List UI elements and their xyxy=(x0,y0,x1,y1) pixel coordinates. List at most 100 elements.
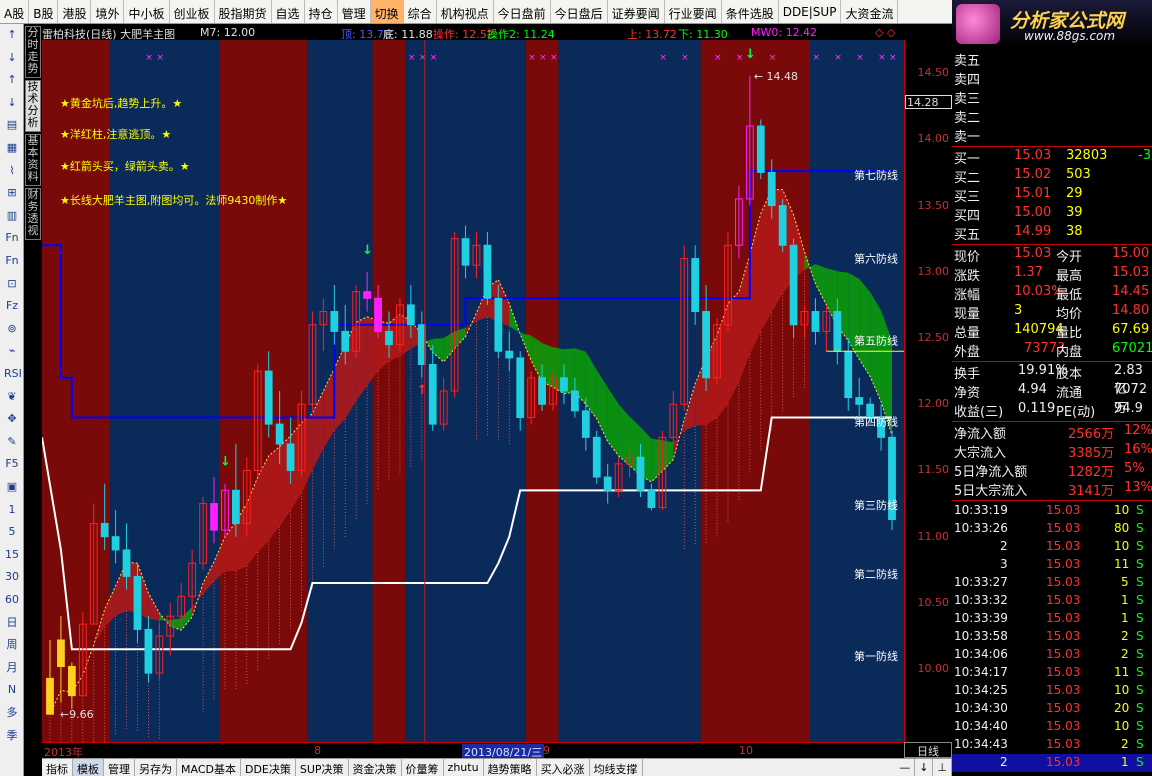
candle-body xyxy=(286,443,295,471)
bottom-tab-2[interactable]: 管理 xyxy=(104,759,135,776)
top-tab-11[interactable]: 综合 xyxy=(404,0,437,23)
vtab-0[interactable]: 分时走势 xyxy=(25,26,41,78)
bottom-tab-11[interactable]: 买入必涨 xyxy=(537,759,590,776)
toolbar-icon-25[interactable]: 60 xyxy=(4,593,20,607)
candle-body xyxy=(538,377,546,405)
top-tab-15[interactable]: 证券要闻 xyxy=(608,0,665,23)
toolbar-icon-9[interactable]: Fn xyxy=(4,231,20,245)
flow-row: 大宗流入 3385万 16% xyxy=(952,442,1152,461)
toolbar-icon-6[interactable]: ⌇ xyxy=(4,164,20,178)
nav-arrow-2[interactable]: ⊥ xyxy=(933,759,952,776)
toolbar-icon-10[interactable]: Fn xyxy=(4,254,20,268)
tick-volume: 10 xyxy=(1114,503,1130,517)
bottom-tab-5[interactable]: DDE决策 xyxy=(241,759,296,776)
candle-body xyxy=(494,297,503,352)
toolbar-icon-21[interactable]: 1 xyxy=(4,503,20,517)
bottom-tab-12[interactable]: 均线支撑 xyxy=(590,759,643,776)
toolbar-icon-26[interactable]: 日 xyxy=(4,616,20,630)
toolbar-icon-30[interactable]: 多 xyxy=(4,706,20,720)
candle-body xyxy=(57,639,65,668)
toolbar-icon-15[interactable]: RSI xyxy=(4,367,22,381)
toolbar-icon-23[interactable]: 15 xyxy=(4,548,20,562)
toolbar-icon-14[interactable]: ⌁ xyxy=(4,344,20,358)
toolbar-icon-0[interactable]: ↑ xyxy=(4,28,20,42)
top-tab-12[interactable]: 机构视点 xyxy=(437,0,494,23)
candle-body xyxy=(385,330,393,346)
tick-volume: 20 xyxy=(1114,701,1130,715)
tick-price: 15.03 xyxy=(1046,503,1081,517)
top-tab-0[interactable]: A股 xyxy=(0,0,30,23)
top-tab-14[interactable]: 今日盘后 xyxy=(551,0,608,23)
top-tab-16[interactable]: 行业要闻 xyxy=(665,0,722,23)
nav-arrow-0[interactable]: — xyxy=(895,759,916,776)
toolbar-icon-18[interactable]: ✎ xyxy=(4,435,20,449)
top-marker: × xyxy=(156,53,164,63)
price-chart[interactable]: ↓ ↓ ↓ ↑ × × × × × × × × × × × × × × × × × × ← 14.48 ←9.66 第七防线 第六… xyxy=(42,40,904,742)
toolbar-icon-16[interactable]: ❦ xyxy=(4,390,20,404)
toolbar-icon-3[interactable]: ↓ xyxy=(4,96,20,110)
sell-label: 卖四 xyxy=(954,73,981,88)
top-tab-7[interactable]: 自选 xyxy=(272,0,305,23)
toolbar-icon-2[interactable]: ↑ xyxy=(4,73,20,87)
top-tab-13[interactable]: 今日盘前 xyxy=(494,0,551,23)
vtab-1[interactable]: 技术分析 xyxy=(25,80,41,132)
bottom-tab-10[interactable]: 趋势策略 xyxy=(484,759,537,776)
flow-value: 1282万 xyxy=(1068,465,1115,480)
tick-price: 15.03 xyxy=(1046,521,1081,535)
quote-label: 量比 xyxy=(1056,326,1083,341)
toolbar-icon-11[interactable]: ⊡ xyxy=(4,277,20,291)
quote-label: 涨幅 xyxy=(954,288,981,303)
vtab-2[interactable]: 基本资料 xyxy=(25,134,41,186)
period-selector[interactable]: 日线 xyxy=(904,742,952,758)
toolbar-icon-29[interactable]: N xyxy=(4,683,20,697)
toolbar-icon-27[interactable]: 周 xyxy=(4,638,20,652)
toolbar-icon-24[interactable]: 30 xyxy=(4,570,20,584)
mw-value: MW0: 12.42 xyxy=(751,26,818,39)
vtab-3[interactable]: 财务透视 xyxy=(25,188,41,240)
bottom-tab-3[interactable]: 另存为 xyxy=(135,759,177,776)
tick-side: S xyxy=(1136,557,1144,571)
top-tab-6[interactable]: 股指期货 xyxy=(215,0,272,23)
top-tab-1[interactable]: B股 xyxy=(29,0,59,23)
top-tab-10[interactable]: 切换 xyxy=(370,0,404,23)
bottom-tab-4[interactable]: MACD基本 xyxy=(177,759,241,776)
top-tab-17[interactable]: 条件选股 xyxy=(722,0,779,23)
toolbar-icon-28[interactable]: 月 xyxy=(4,661,20,675)
top-tab-5[interactable]: 创业板 xyxy=(170,0,215,23)
top-tab-19[interactable]: 大资金流 xyxy=(841,0,899,23)
toolbar-icon-13[interactable]: ⊚ xyxy=(4,322,20,336)
toolbar-icon-19[interactable]: F5 xyxy=(4,457,20,471)
toolbar-icon-8[interactable]: ▥ xyxy=(4,209,20,223)
top-tab-4[interactable]: 中小板 xyxy=(124,0,170,23)
candle-body xyxy=(232,489,240,524)
top-tab-2[interactable]: 港股 xyxy=(58,0,92,23)
candle-body xyxy=(428,364,437,425)
tick-volume: 1 xyxy=(1121,755,1129,769)
toolbar-icon-5[interactable]: ▦ xyxy=(4,141,20,155)
toolbar-icon-17[interactable]: ✥ xyxy=(4,412,20,426)
top-tab-8[interactable]: 持仓 xyxy=(305,0,338,23)
bottom-tab-9[interactable]: zhutu xyxy=(444,759,484,776)
toolbar-icon-12[interactable]: Fz xyxy=(4,299,20,313)
toolbar-icon-1[interactable]: ↓ xyxy=(4,51,20,65)
top-tab-18[interactable]: DDE|SUP xyxy=(779,0,842,23)
bottom-tab-0[interactable]: 指标 xyxy=(42,759,73,776)
bottom-tab-6[interactable]: SUP决策 xyxy=(296,759,349,776)
top-tab-3[interactable]: 境外 xyxy=(91,0,125,23)
toolbar-icon-20[interactable]: ▣ xyxy=(4,480,20,494)
bottom-tab-8[interactable]: 价量筹 xyxy=(402,759,444,776)
buy-price: 15.00 xyxy=(1014,205,1052,220)
toolbar-icon-31[interactable]: 季 xyxy=(4,729,20,743)
tick-time: 10:34:25 xyxy=(954,683,1008,697)
toolbar-icon-4[interactable]: ▤ xyxy=(4,118,20,132)
toolbar-icon-22[interactable]: 5 xyxy=(4,525,20,539)
candle-body xyxy=(767,171,776,207)
stat-value: 4.94 xyxy=(1018,382,1047,397)
bottom-tab-7[interactable]: 资金决策 xyxy=(349,759,402,776)
tick-row: 10:34:30 15.03 20 S xyxy=(952,700,1152,718)
tick-volume: 10 xyxy=(1114,683,1130,697)
nav-arrow-1[interactable]: ↓ xyxy=(915,759,934,776)
bottom-tab-1[interactable]: 模板 xyxy=(73,759,104,776)
toolbar-icon-7[interactable]: ⊞ xyxy=(4,186,20,200)
top-tab-9[interactable]: 管理 xyxy=(338,0,371,23)
